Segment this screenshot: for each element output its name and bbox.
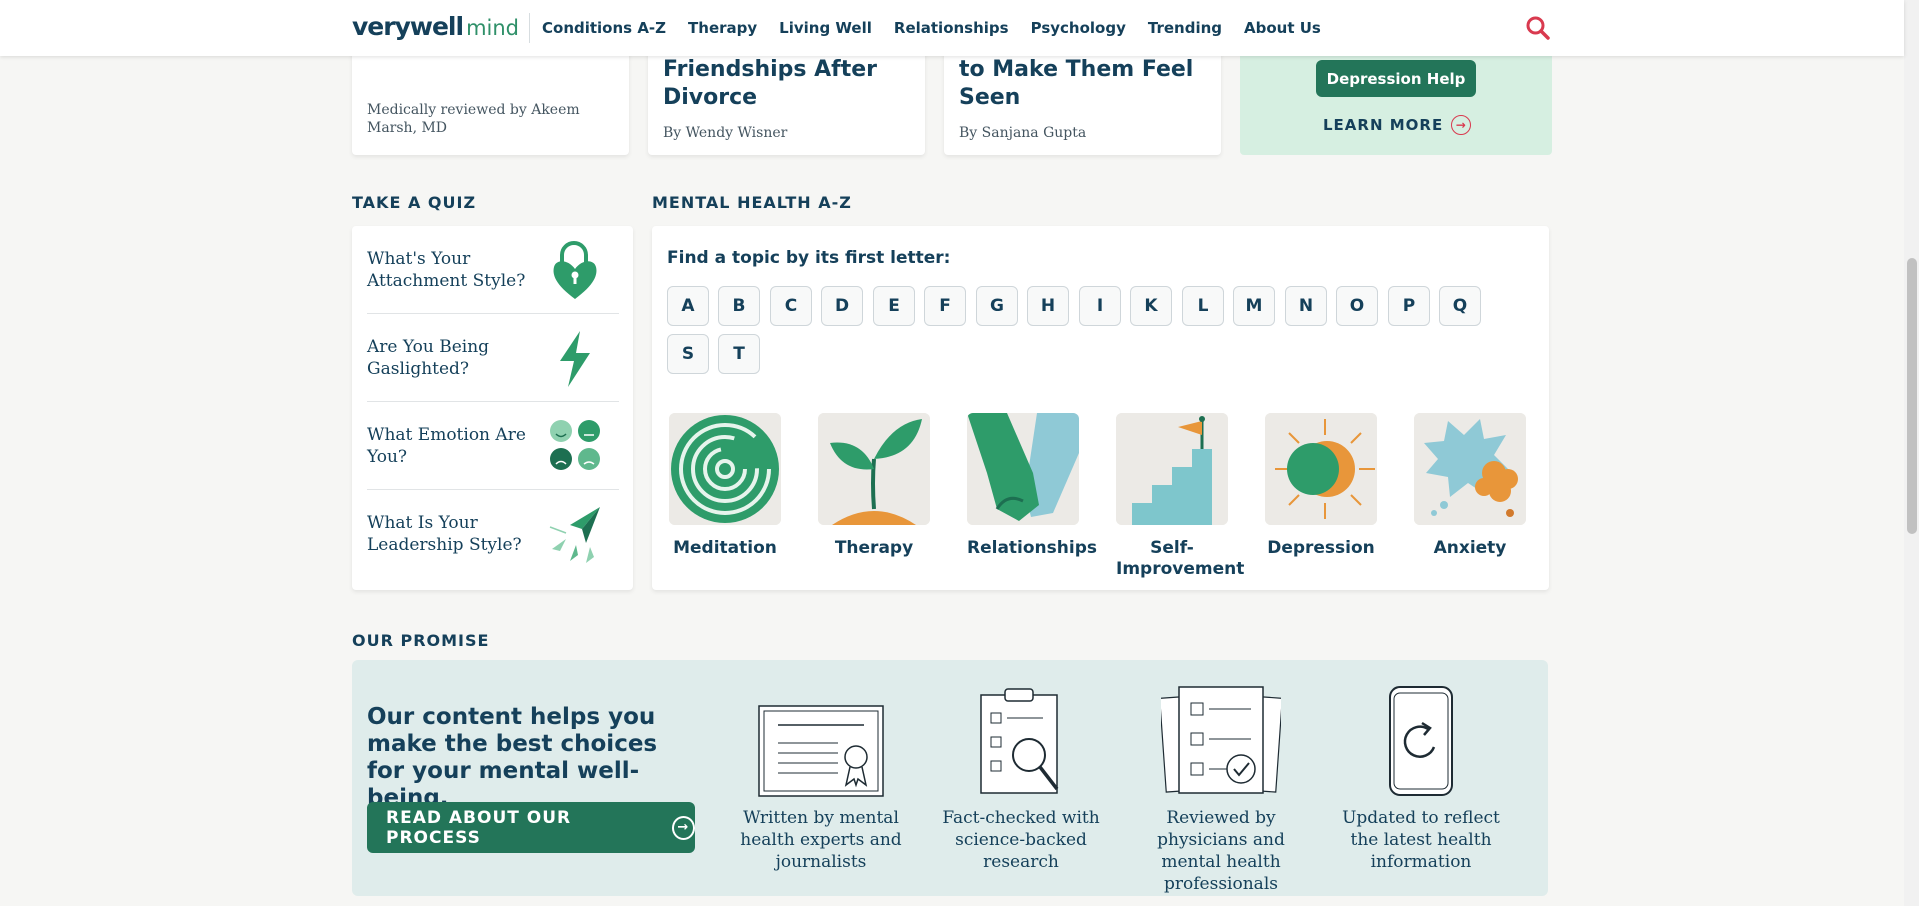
az-section-label: MENTAL HEALTH A-Z	[652, 193, 852, 212]
letter-g[interactable]: G	[976, 286, 1018, 326]
letter-t[interactable]: T	[718, 334, 760, 374]
topic-depression[interactable]: Depression	[1265, 413, 1377, 559]
promise-headline: Our content helps you make the best choi…	[367, 704, 658, 811]
quiz-title: Are You Being Gaslighted?	[367, 336, 490, 379]
promise-updated: Updated to reflect the latest health inf…	[1326, 682, 1516, 873]
read-process-button[interactable]: READ ABOUT OUR PROCESS →	[367, 802, 695, 853]
topic-label: Therapy	[834, 538, 914, 558]
maze-icon	[669, 413, 781, 525]
topic-self-improvement[interactable]: Self-Improvement	[1116, 413, 1245, 580]
quiz-item-emotion[interactable]: What Emotion Are You?	[367, 402, 619, 490]
nav-conditions[interactable]: Conditions A-Z	[542, 19, 666, 37]
site-header: verywell mind Conditions A-Z Therapy Liv…	[0, 0, 1904, 56]
site-logo[interactable]: verywell mind	[352, 12, 519, 44]
phone-refresh-icon	[1389, 686, 1453, 796]
emotion-faces-icon	[550, 419, 600, 470]
article-title: to Make Them Feel Seen	[959, 57, 1194, 110]
scrollbar-thumb[interactable]	[1907, 258, 1917, 534]
topic-therapy[interactable]: Therapy	[818, 413, 930, 559]
promise-reviewed: Reviewed by physicians and mental health…	[1126, 682, 1316, 895]
promise-panel: Our content helps you make the best choi…	[352, 660, 1548, 896]
paper-planes-icon	[549, 507, 600, 563]
burst-cloud-icon	[1414, 413, 1526, 525]
learn-more-label: LEARN MORE	[1323, 116, 1444, 134]
quiz-title: What Emotion Are You?	[367, 424, 526, 467]
letter-q[interactable]: Q	[1439, 286, 1481, 326]
letter-h[interactable]: H	[1027, 286, 1069, 326]
nav-about-us[interactable]: About Us	[1244, 19, 1321, 37]
letter-b[interactable]: B	[718, 286, 760, 326]
letter-n[interactable]: N	[1285, 286, 1327, 326]
letter-l[interactable]: L	[1182, 286, 1224, 326]
read-process-label: READ ABOUT OUR PROCESS	[386, 807, 572, 848]
article-byline: By Wendy Wisner	[663, 125, 788, 141]
letter-i[interactable]: I	[1079, 286, 1121, 326]
arrow-right-circle-icon: →	[671, 815, 695, 840]
article-card-1[interactable]: Medically reviewed by Akeem Marsh, MD	[352, 40, 629, 155]
az-card: Find a topic by its first letter: A B C …	[652, 226, 1549, 590]
learn-more-link[interactable]: LEARN MORE →	[1323, 115, 1472, 135]
topic-meditation[interactable]: Meditation	[669, 413, 781, 559]
letter-m[interactable]: M	[1233, 286, 1275, 326]
holding-hands-icon	[967, 413, 1079, 525]
az-instruction: Find a topic by its first letter:	[667, 248, 951, 268]
nav-therapy[interactable]: Therapy	[688, 19, 757, 37]
promise-text: Reviewed by physicians and mental health…	[1157, 808, 1285, 894]
letter-p[interactable]: P	[1388, 286, 1430, 326]
topic-label: Anxiety	[1433, 538, 1507, 558]
checklist-pages-icon	[1161, 686, 1281, 794]
article-card-3[interactable]: to Make Them Feel Seen By Sanjana Gupta	[944, 40, 1221, 155]
logo-wordmark: verywell	[352, 12, 464, 41]
promise-written: Written by mental health experts and jou…	[726, 682, 916, 873]
quiz-title: What Is Your Leadership Style?	[367, 513, 522, 555]
quiz-item-gaslighted[interactable]: Are You Being Gaslighted?	[367, 314, 619, 402]
letter-e[interactable]: E	[873, 286, 915, 326]
quiz-section-label: TAKE A QUIZ	[352, 193, 477, 212]
letter-c[interactable]: C	[770, 286, 812, 326]
quiz-title: What's Your Attachment Style?	[367, 248, 526, 291]
stairs-flag-icon	[1116, 413, 1228, 525]
logo-sub: mind	[466, 16, 520, 40]
lock-heart-icon	[553, 240, 597, 299]
quiz-item-attachment[interactable]: What's Your Attachment Style?	[367, 226, 619, 314]
letter-a[interactable]: A	[667, 286, 709, 326]
promise-text: Updated to reflect the latest health inf…	[1342, 808, 1500, 872]
article-byline: By Sanjana Gupta	[959, 125, 1087, 141]
nav-relationships[interactable]: Relationships	[894, 19, 1009, 37]
certificate-icon	[758, 705, 884, 797]
topic-label: Relationships	[967, 538, 1097, 558]
depression-help-button[interactable]: Depression Help	[1316, 60, 1476, 97]
letter-o[interactable]: O	[1336, 286, 1378, 326]
topic-label: Meditation	[673, 538, 777, 558]
article-card-2[interactable]: Friendships After Divorce By Wendy Wisne…	[648, 40, 925, 155]
topic-anxiety[interactable]: Anxiety	[1414, 413, 1526, 559]
letter-s[interactable]: S	[667, 334, 709, 374]
topic-label: Self-Improvement	[1116, 538, 1245, 579]
sprout-icon	[818, 413, 930, 525]
promise-text: Fact-checked with science-backed researc…	[942, 808, 1100, 872]
promise-section-label: OUR PROMISE	[352, 631, 490, 650]
topic-label: Depression	[1267, 538, 1375, 558]
article-reviewer: Medically reviewed by Akeem Marsh, MD	[367, 102, 580, 136]
letter-k[interactable]: K	[1130, 286, 1172, 326]
promise-factchecked: Fact-checked with science-backed researc…	[926, 682, 1116, 873]
main-nav: Conditions A-Z Therapy Living Well Relat…	[542, 0, 1343, 56]
quiz-card: What's Your Attachment Style? Are You Be…	[352, 226, 633, 590]
article-title: Friendships After Divorce	[663, 57, 878, 110]
lightning-icon	[560, 330, 590, 387]
quiz-item-leadership[interactable]: What Is Your Leadership Style?	[367, 490, 619, 578]
nav-psychology[interactable]: Psychology	[1031, 19, 1126, 37]
depression-help-promo: Depression Help LEARN MORE →	[1240, 56, 1552, 155]
nav-living-well[interactable]: Living Well	[779, 19, 872, 37]
nav-trending[interactable]: Trending	[1148, 19, 1222, 37]
arrow-right-circle-icon: →	[1451, 115, 1472, 135]
letter-d[interactable]: D	[821, 286, 863, 326]
header-divider	[529, 13, 530, 43]
sun-eclipse-icon	[1265, 413, 1377, 525]
letter-f[interactable]: F	[924, 286, 966, 326]
search-icon[interactable]	[1525, 15, 1551, 41]
topic-relationships[interactable]: Relationships	[967, 413, 1097, 559]
clipboard-magnifier-icon	[980, 688, 1059, 794]
promise-text: Written by mental health experts and jou…	[740, 808, 902, 872]
